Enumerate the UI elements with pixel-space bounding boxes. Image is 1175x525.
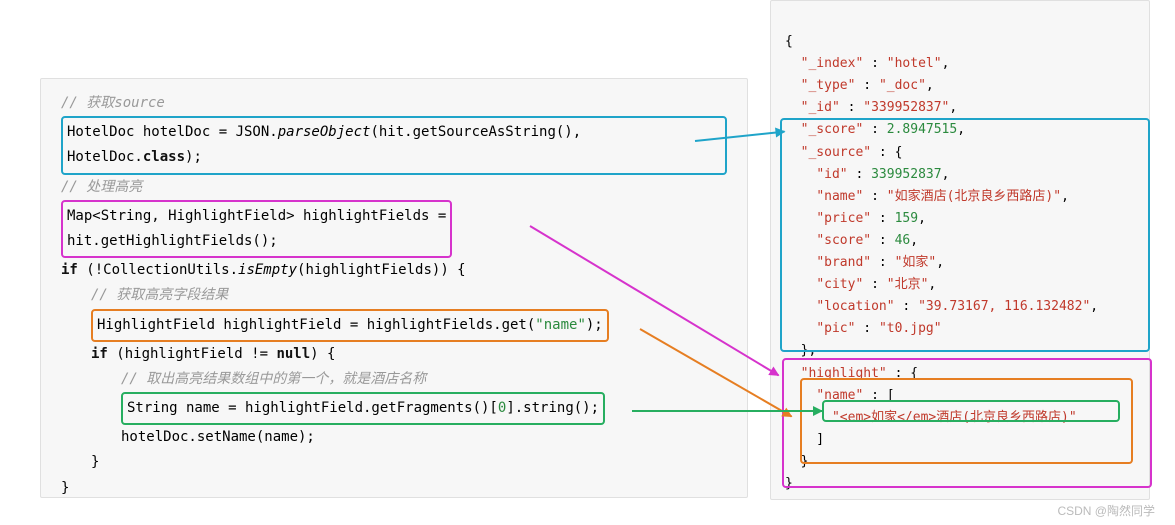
code-line: hotelDoc.setName(name); [61, 425, 727, 450]
comment-get-field: // 获取高亮字段结果 [61, 283, 727, 308]
code-line: HotelDoc.class); [67, 149, 202, 165]
json-line: "_id" : "339952837", [785, 100, 957, 115]
json-line: { [785, 34, 793, 49]
json-line: "_type" : "_doc", [785, 78, 934, 93]
blue-box-right [780, 118, 1150, 352]
magenta-box-left: Map<String, HighlightField> highlightFie… [61, 200, 452, 258]
comment-get-source: // 获取source [61, 95, 165, 111]
code-line: if (highlightField != null) { [61, 342, 727, 367]
comment-highlight: // 处理高亮 [61, 179, 142, 195]
watermark: CSDN @陶然同学 [1057, 502, 1155, 519]
code-line: } [61, 450, 727, 475]
arrow-green [632, 410, 822, 412]
code-line: if (!CollectionUtils.isEmpty(highlightFi… [61, 262, 466, 278]
code-line: Map<String, HighlightField> highlightFie… [67, 208, 446, 224]
comment-first-fragment: // 取出高亮结果数组中的第一个，就是酒店名称 [61, 367, 727, 392]
left-code-panel: // 获取source HotelDoc hotelDoc = JSON.par… [40, 78, 748, 498]
code-line: HotelDoc hotelDoc = JSON.parseObject(hit… [67, 124, 581, 140]
orange-box-left: HighlightField highlightField = highligh… [91, 309, 609, 342]
json-line: "_index" : "hotel", [785, 56, 949, 71]
code-line: String name = highlightField.getFragment… [61, 392, 727, 425]
green-box-right [822, 400, 1120, 422]
blue-box-left: HotelDoc hotelDoc = JSON.parseObject(hit… [61, 116, 727, 174]
green-box-left: String name = highlightField.getFragment… [121, 392, 605, 425]
code-line: } [61, 480, 69, 496]
code-line: HighlightField highlightField = highligh… [61, 309, 727, 342]
code-line: hit.getHighlightFields(); [67, 233, 278, 249]
